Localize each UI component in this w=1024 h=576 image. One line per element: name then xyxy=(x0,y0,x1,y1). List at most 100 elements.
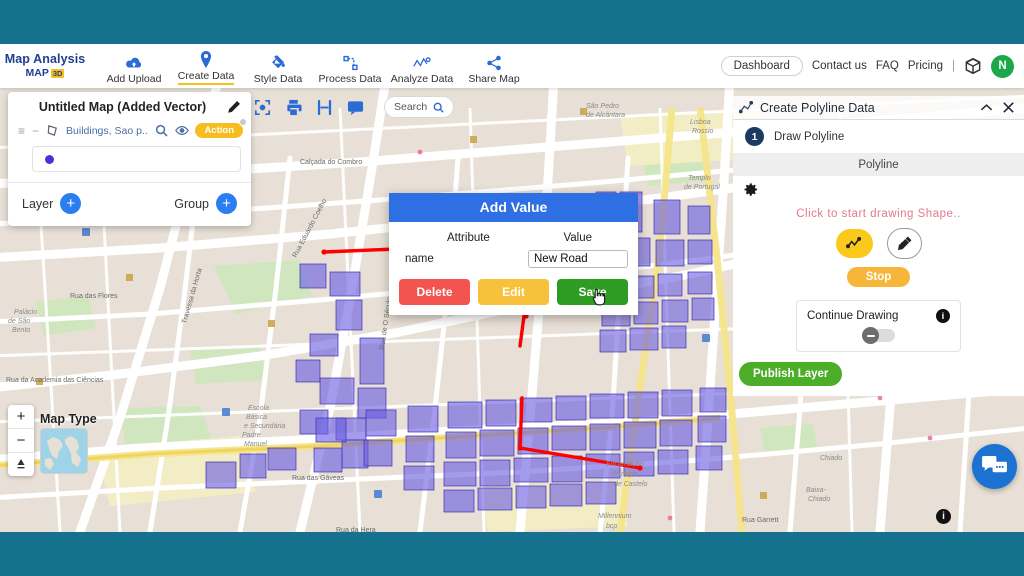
drag-grip-icon[interactable]: ≡ xyxy=(18,125,25,137)
step-draw-polyline[interactable]: 1 Draw Polyline xyxy=(733,120,1024,154)
avatar[interactable]: N xyxy=(991,54,1014,78)
svg-text:Encarnação: Encarnação xyxy=(606,461,643,468)
add-group-button[interactable]: + xyxy=(216,193,237,214)
brand-title: Map Analysis xyxy=(4,52,86,66)
step-number: 1 xyxy=(745,127,764,146)
nav-analyze-data[interactable]: Analyze Data xyxy=(386,45,458,88)
svg-text:de Portugal: de Portugal xyxy=(684,184,720,191)
layer-panel-footer: Layer + Group + xyxy=(8,182,251,226)
publish-layer-button[interactable]: Publish Layer xyxy=(739,362,843,386)
create-polyline-panel: Create Polyline Data 1 Draw Polyline Pol… xyxy=(733,96,1024,396)
dialog-column-headers: Attribute Value xyxy=(399,230,628,250)
zoom-to-layer-icon[interactable] xyxy=(155,124,169,137)
save-button[interactable]: Save xyxy=(557,279,628,305)
nav-label: Process Data xyxy=(318,73,382,85)
add-layer-button[interactable]: + xyxy=(60,193,82,214)
brand-subtitle: MAP 3D xyxy=(26,67,65,79)
svg-text:Príncipe: Príncipe xyxy=(612,471,638,478)
cube-icon[interactable] xyxy=(964,57,982,75)
nav-label: Style Data xyxy=(253,73,303,85)
layer-style-swatch-box[interactable] xyxy=(32,146,241,172)
fullscreen-icon[interactable] xyxy=(254,99,271,116)
bottom-teal-bar xyxy=(0,532,1024,576)
info-icon[interactable]: i xyxy=(936,309,950,323)
svg-text:Básica: Básica xyxy=(246,414,267,421)
compass-icon[interactable] xyxy=(8,452,34,476)
settings-row xyxy=(733,176,1024,202)
header-separator: | xyxy=(952,60,955,72)
svg-text:Bento: Bento xyxy=(12,327,30,334)
map-title: Untitled Map (Added Vector) xyxy=(38,100,207,114)
svg-text:bcp: bcp xyxy=(606,523,617,530)
map-type-label: Map Type xyxy=(40,412,97,426)
eye-icon[interactable] xyxy=(175,124,190,137)
zoom-out-button[interactable]: − xyxy=(8,428,34,452)
edit-button[interactable]: Edit xyxy=(478,279,549,305)
svg-text:São Pedro: São Pedro xyxy=(586,103,619,110)
nav-label: Share Map xyxy=(468,73,520,85)
dialog-title: Add Value xyxy=(389,193,638,222)
link-pricing[interactable]: Pricing xyxy=(908,60,943,72)
search-input[interactable]: Search xyxy=(384,96,455,118)
add-value-dialog: Add Value Attribute Value name Delete Ed… xyxy=(389,193,638,315)
nav-process-data[interactable]: Process Data xyxy=(314,45,386,88)
header-right: Dashboard Contact us FAQ Pricing | N xyxy=(720,54,1024,78)
delete-button[interactable]: Delete xyxy=(399,279,470,305)
nav-share-map[interactable]: Share Map xyxy=(458,45,530,88)
layer-color-swatch[interactable] xyxy=(45,154,54,164)
chat-bubble-icon[interactable] xyxy=(972,444,1017,489)
polyline-draw-icon[interactable] xyxy=(835,229,873,258)
nav-create-data[interactable]: Create Data xyxy=(170,45,242,88)
attribute-value-input[interactable] xyxy=(528,250,628,268)
nav-add-upload[interactable]: Add Upload xyxy=(98,45,170,88)
chevron-up-icon[interactable] xyxy=(979,100,994,115)
world-map-thumb-icon[interactable] xyxy=(40,428,88,474)
svg-text:de São: de São xyxy=(8,318,30,325)
minus-icon[interactable]: − xyxy=(32,124,39,138)
map-info-icon[interactable]: i xyxy=(936,509,951,524)
svg-text:Baixa-: Baixa- xyxy=(806,487,827,494)
stop-button[interactable]: Stop xyxy=(846,267,911,287)
continue-drawing-box: Continue Drawing i xyxy=(796,300,961,352)
polygon-icon xyxy=(46,124,59,137)
svg-text:Templo: Templo xyxy=(688,175,711,182)
search-placeholder: Search xyxy=(394,101,428,113)
gear-icon[interactable] xyxy=(743,183,758,201)
group-label: Group xyxy=(174,196,209,211)
link-contact-us[interactable]: Contact us xyxy=(812,60,867,72)
zoom-in-button[interactable]: + xyxy=(8,405,34,428)
svg-text:Chiado: Chiado xyxy=(820,455,842,462)
freehand-draw-icon[interactable] xyxy=(886,228,922,259)
continue-drawing-toggle[interactable] xyxy=(862,327,895,344)
brand-logo[interactable]: Map Analysis MAP 3D xyxy=(4,52,86,80)
dashboard-button[interactable]: Dashboard xyxy=(720,56,803,76)
svg-text:Rossio: Rossio xyxy=(692,128,714,135)
column-header-value: Value xyxy=(563,232,592,244)
brand-sub-text: MAP xyxy=(25,67,49,79)
close-icon[interactable] xyxy=(1001,100,1016,115)
link-faq[interactable]: FAQ xyxy=(876,60,899,72)
nav-style-data[interactable]: Style Data xyxy=(242,45,314,88)
add-layer-group[interactable]: Layer + xyxy=(22,193,82,214)
map-type-control[interactable]: Map Type xyxy=(40,412,97,474)
svg-text:Manuel: Manuel xyxy=(244,441,267,448)
attribute-row: name xyxy=(399,250,628,268)
comment-icon[interactable] xyxy=(347,99,364,116)
continue-drawing-row: Continue Drawing i xyxy=(807,309,950,323)
drawing-hint: Click to start drawing Shape.. xyxy=(796,208,961,220)
pencil-icon[interactable] xyxy=(227,100,241,114)
layer-action-button[interactable]: Action xyxy=(195,119,246,138)
polyline-panel-footer: Publish Layer xyxy=(733,352,1024,396)
layer-row[interactable]: ≡ − Buildings, Sao p... Action xyxy=(8,119,251,140)
search-icon xyxy=(433,102,444,113)
add-group-group[interactable]: Group + xyxy=(174,193,237,214)
app-header: Map Analysis MAP 3D Add Upload Create Da… xyxy=(0,44,1024,88)
paint-bucket-icon xyxy=(270,54,287,71)
svg-text:Rua Garrett: Rua Garrett xyxy=(742,517,779,524)
print-icon[interactable] xyxy=(285,99,302,116)
app-root: Rua Eduardo Coelho Travessa da Horta Rua… xyxy=(0,0,1024,576)
measure-icon[interactable] xyxy=(316,99,333,116)
polyline-panel-header: Create Polyline Data xyxy=(733,96,1024,120)
polyline-panel-title: Create Polyline Data xyxy=(760,100,875,115)
dialog-body: Attribute Value name Delete Edit Save xyxy=(389,222,638,315)
